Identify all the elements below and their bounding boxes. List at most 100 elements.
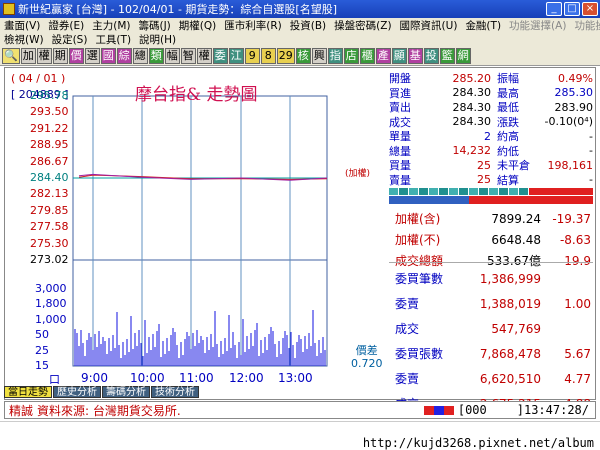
spread-box: 價差 0.720 <box>351 344 383 370</box>
quote-value: 284.30 <box>452 86 492 100</box>
quote-value: 285.30 <box>554 86 594 100</box>
price-tick-label: 293.50 <box>30 105 69 119</box>
toolbar-button[interactable]: 綜 <box>116 47 132 64</box>
menu-item[interactable]: 功能選擇(A) <box>505 18 570 33</box>
toolbar-button[interactable]: 店 <box>343 47 359 64</box>
menu-item[interactable]: 金融(T) <box>461 18 505 33</box>
toolbar-button[interactable]: 權 <box>196 47 212 64</box>
tab-2[interactable]: 籌碼分析 <box>102 386 150 398</box>
volume-tick-label: 1,800 <box>35 297 67 310</box>
entrust-value: 1,388,019 <box>479 296 541 311</box>
toolbar-button[interactable]: 9 <box>244 47 260 64</box>
menu-item[interactable]: 主力(M) <box>88 18 134 33</box>
index-value: 7899.24 <box>491 211 541 226</box>
toolbar-button[interactable]: 加 <box>20 47 36 64</box>
quote-row: 總量 14,232 約低 - <box>389 144 593 159</box>
toolbar-button[interactable]: 8 <box>260 47 276 64</box>
index-row: 加權(不) 6648.48 -8.63 <box>395 229 591 250</box>
status-blue-box <box>433 405 444 415</box>
status-red-box <box>423 405 434 415</box>
toolbar-button[interactable]: 籃 <box>439 47 455 64</box>
bid-ask-strip <box>389 188 593 204</box>
toolbar-button[interactable]: 指 <box>327 47 343 64</box>
volume-tick-label: 25 <box>35 344 49 357</box>
menu-bar: 畫面(V) 證券(E) 主力(M) 籌碼(J) 期權(Q) 匯市利率(R) 投資(B) 操盤密… <box>0 18 600 33</box>
toolbar-button[interactable]: 產 <box>375 47 391 64</box>
menu-item[interactable]: 檢視(W) <box>0 32 48 47</box>
strip-cell <box>399 188 408 195</box>
tab-1[interactable]: 歷史分析 <box>53 386 101 398</box>
quote-row: 買量 25 未平倉 198,161 <box>389 158 593 173</box>
footer: http://kujd3268.pixnet.net/album <box>0 421 600 450</box>
entrust-value: 1,386,999 <box>479 271 541 286</box>
quote-value: 284.30 <box>452 100 492 114</box>
toolbar-button[interactable]: 總 <box>132 47 148 64</box>
menu-item[interactable]: 操盤密碼(Z) <box>330 18 395 33</box>
menu-item[interactable]: 工具(T) <box>91 32 135 47</box>
toolbar-button[interactable]: 國 <box>100 47 116 64</box>
menu-item[interactable]: 匯市利率(R) <box>220 18 286 33</box>
menu-item[interactable]: 畫面(V) <box>0 18 44 33</box>
close-icon[interactable]: × <box>582 2 598 16</box>
menu-item[interactable]: 證券(E) <box>44 18 88 33</box>
menu-item[interactable]: 功能操作(E) <box>570 18 600 33</box>
toolbar-button[interactable]: 29 <box>276 47 295 64</box>
toolbar-button[interactable]: 類 <box>148 47 164 64</box>
volume-tick-label: 15 <box>35 359 49 372</box>
toolbar-button[interactable]: 權 <box>36 47 52 64</box>
toolbar-button[interactable]: 期 <box>52 47 68 64</box>
toolbar-button[interactable]: 幅 <box>164 47 180 64</box>
toolbar-button[interactable]: 櫃 <box>359 47 375 64</box>
toolbar-button[interactable]: 興 <box>311 47 327 64</box>
tab-3[interactable]: 技術分析 <box>151 386 199 398</box>
price-tick-label: 288.95 <box>30 138 69 152</box>
index-row: 加權(含) 7899.24 -19.37 <box>395 208 591 229</box>
index-key: 加權(不) <box>395 233 441 247</box>
chart-title: 摩台指& 走勢圖 <box>135 85 258 105</box>
toolbar-button[interactable]: 智 <box>180 47 196 64</box>
toolbar-button[interactable]: 核 <box>295 47 311 64</box>
strip-cell <box>519 188 528 195</box>
volume-tick-label: 1,000 <box>35 313 67 326</box>
strip-cell <box>499 188 508 195</box>
tab-0[interactable]: 當日走勢 <box>4 386 52 398</box>
maximize-icon[interactable]: □ <box>564 2 580 16</box>
price-tick-label: 282.13 <box>30 187 69 201</box>
menu-item[interactable]: 國際資訊(U) <box>396 18 462 33</box>
price-tick-label: 295.78 <box>30 89 69 102</box>
strip-cell <box>409 188 418 195</box>
status-time: ]13:47:28/ <box>516 403 589 417</box>
toolbar-button[interactable]: 選 <box>84 47 100 64</box>
search-icon[interactable]: 🔍 <box>2 47 20 64</box>
menu-item[interactable]: 籌碼(J) <box>134 18 174 33</box>
strip-cell <box>459 188 468 195</box>
quote-value: - <box>589 129 593 143</box>
toolbar-button[interactable]: 投 <box>423 47 439 64</box>
strip-cell <box>479 188 488 195</box>
menu-item[interactable]: 期權(Q) <box>175 18 220 33</box>
index-change: -8.63 <box>559 232 591 247</box>
strip-cell <box>489 188 498 195</box>
volume-tick-label: 口 <box>49 373 60 386</box>
minimize-icon[interactable]: _ <box>546 2 562 16</box>
spread-label: 價差 <box>355 344 378 357</box>
toolbar-button[interactable]: 價 <box>68 47 84 64</box>
quote-value: 284.30 <box>452 115 492 129</box>
status-red-box <box>443 405 454 415</box>
toolbar-button[interactable]: 顯 <box>391 47 407 64</box>
toolbar-button[interactable]: 委 <box>212 47 228 64</box>
quote-value: 283.90 <box>554 100 594 114</box>
menu-item[interactable]: 投資(B) <box>286 18 330 33</box>
menu-item[interactable]: 設定(S) <box>48 32 92 47</box>
strip-cell <box>509 188 518 195</box>
toolbar-button[interactable]: 基 <box>407 47 423 64</box>
toolbar-button[interactable]: 江 <box>228 47 244 64</box>
menu-bar-secondary: 檢視(W) 設定(S) 工具(T) 說明(H) <box>0 33 600 46</box>
entrust-key: 成交 <box>395 322 420 336</box>
strip-red <box>469 196 593 204</box>
menu-item[interactable]: 說明(H) <box>135 32 180 47</box>
price-tick-label: 275.30 <box>30 236 69 250</box>
time-tick-label: 10:00 <box>130 371 165 385</box>
toolbar-button[interactable]: 網 <box>455 47 471 64</box>
entrust-row: 委賣 1,388,019 1.00 <box>395 291 591 316</box>
